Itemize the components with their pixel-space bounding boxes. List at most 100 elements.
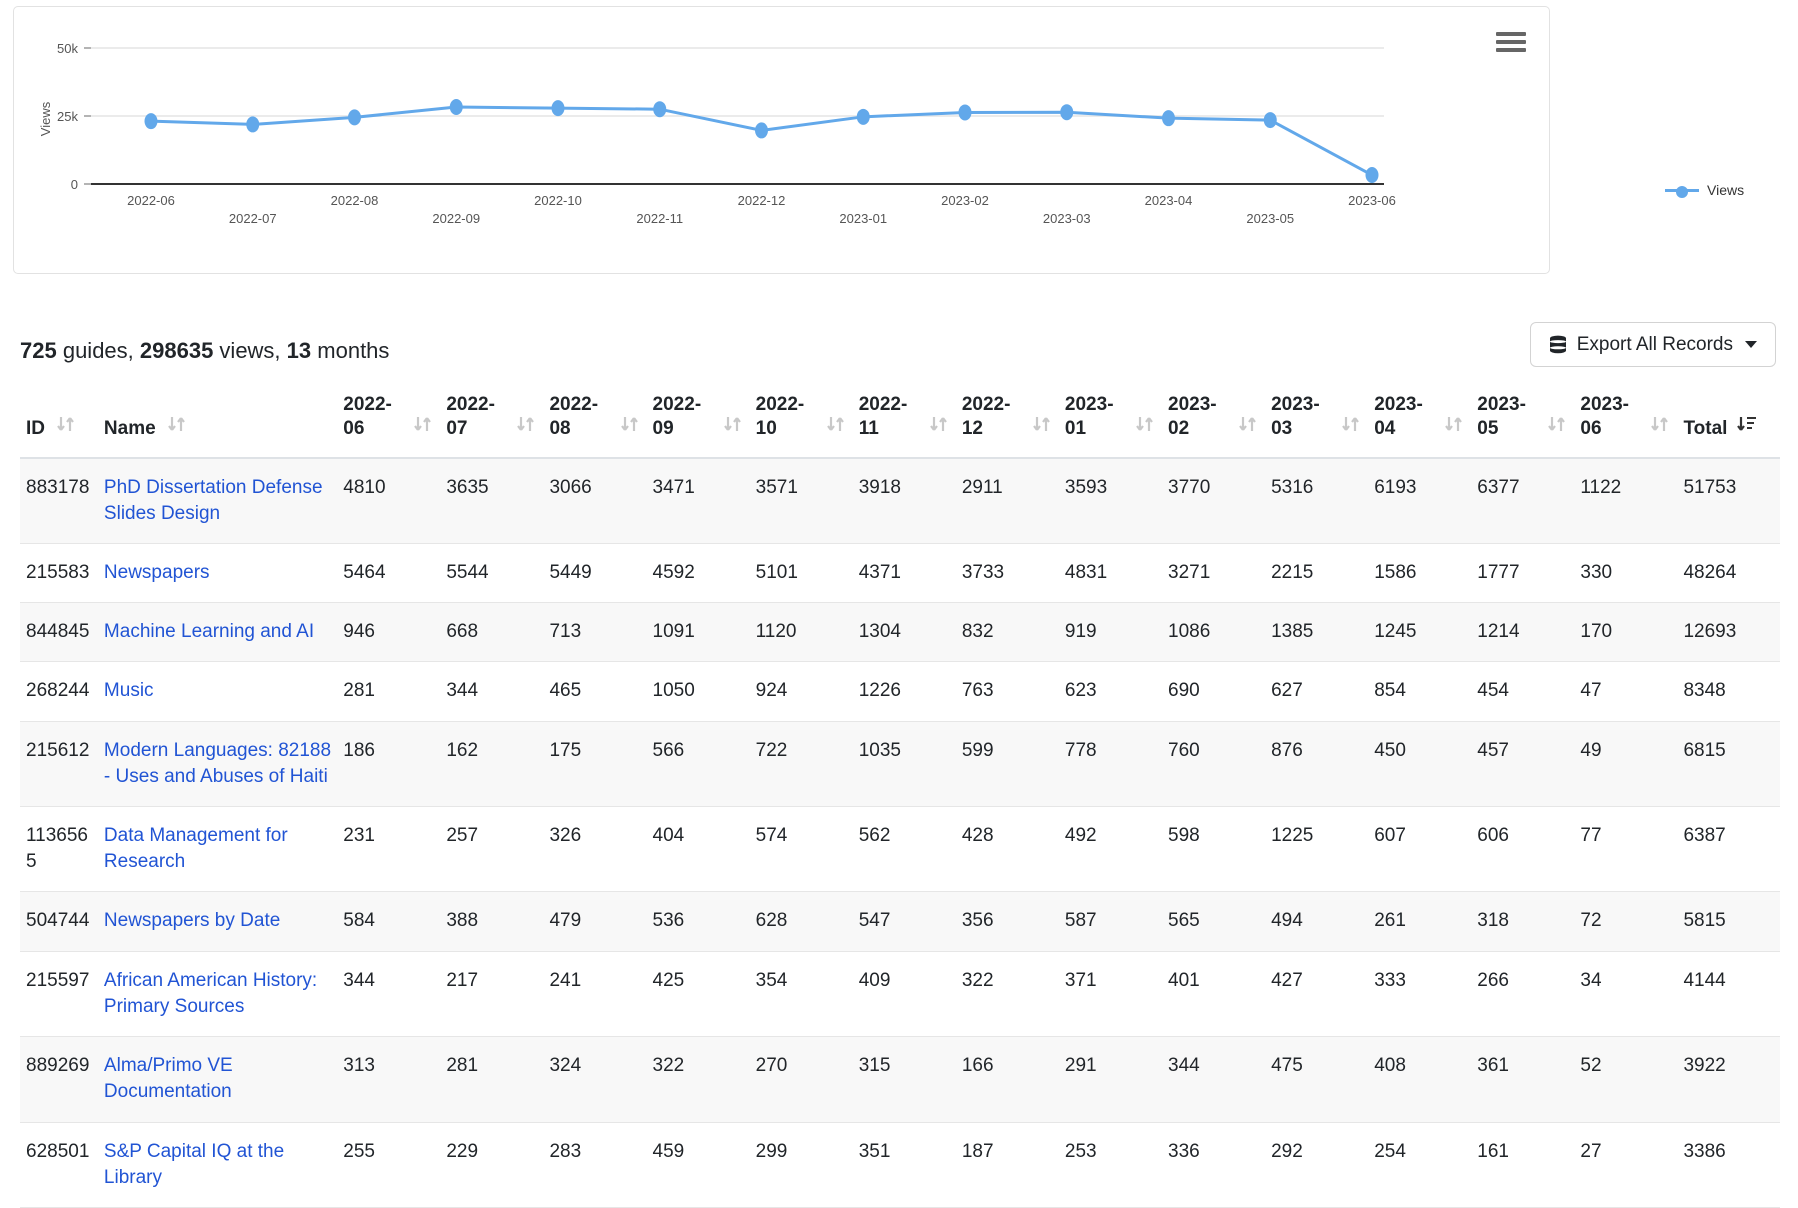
cell-views-2022-09: 1091 — [646, 602, 750, 663]
cell-views-2023-06: 52 — [1574, 1036, 1678, 1123]
guides-statistics-table-wrapper: ID Name 2022-06 2022-07 2022-08 2022-09 2022-1… — [20, 385, 1780, 1208]
data-point-2022-08[interactable] — [348, 109, 361, 126]
sort-control-name[interactable] — [166, 414, 188, 441]
table-header-m9[interactable]: 2023-02 — [1162, 385, 1266, 459]
cell-guide-id: 883178 — [20, 457, 98, 544]
cell-views-2023-05: 606 — [1471, 806, 1575, 893]
cell-views-2022-07: 281 — [440, 1036, 544, 1123]
sort-control-id[interactable] — [55, 414, 77, 441]
sort-control-m6[interactable] — [928, 414, 950, 441]
cell-views-2022-08: 713 — [543, 602, 647, 663]
sort-control-m12[interactable] — [1546, 414, 1568, 441]
data-point-2023-01[interactable] — [856, 108, 870, 125]
cell-views-2023-06: 34 — [1574, 951, 1678, 1038]
table-header-name[interactable]: Name — [97, 385, 338, 459]
cell-views-2023-02: 401 — [1162, 951, 1266, 1038]
x-tick-label: 2022-08 — [331, 193, 379, 208]
table-header-m13[interactable]: 2023-06 — [1574, 385, 1678, 459]
guide-name-link[interactable]: African American History: Primary Source… — [104, 970, 317, 1017]
cell-total: 6815 — [1677, 721, 1780, 808]
table-header-total[interactable]: Total — [1677, 385, 1780, 459]
table-header-m5[interactable]: 2022-10 — [749, 385, 853, 459]
cell-views-2023-01: 778 — [1058, 721, 1163, 808]
data-point-2023-03[interactable] — [1060, 104, 1074, 121]
chart-legend[interactable]: Views — [1665, 182, 1744, 198]
caret-down-icon — [1745, 341, 1757, 348]
data-point-2022-11[interactable] — [653, 101, 667, 118]
cell-views-2023-04: 408 — [1368, 1036, 1472, 1123]
data-point-2023-06[interactable] — [1365, 167, 1379, 184]
cell-views-2022-11: 4371 — [852, 543, 956, 604]
table-header-id[interactable]: ID — [20, 385, 98, 459]
table-header-m8[interactable]: 2023-01 — [1058, 385, 1163, 459]
series-line-views — [150, 105, 1373, 177]
sort-control-m1[interactable] — [412, 414, 434, 441]
table-header-m4[interactable]: 2022-09 — [646, 385, 750, 459]
table-header-m11[interactable]: 2023-04 — [1368, 385, 1472, 459]
sort-control-m8[interactable] — [1134, 414, 1156, 441]
guide-name-link[interactable]: Modern Languages: 82188 - Uses and Abuse… — [104, 740, 331, 787]
sort-control-m10[interactable] — [1340, 414, 1362, 441]
cell-views-2022-09: 459 — [646, 1122, 750, 1208]
data-point-2023-04[interactable] — [1162, 110, 1175, 127]
cell-views-2022-12: 187 — [955, 1122, 1059, 1208]
data-point-2022-07[interactable] — [246, 116, 260, 133]
table-header-m3[interactable]: 2022-08 — [543, 385, 647, 459]
guide-name-link[interactable]: Music — [104, 680, 154, 701]
sort-control-m9[interactable] — [1237, 414, 1259, 441]
sort-toggle-icon — [929, 416, 947, 431]
sort-control-m13[interactable] — [1649, 414, 1671, 441]
sort-toggle-icon — [1033, 416, 1050, 431]
cell-views-2023-03: 427 — [1265, 951, 1369, 1038]
table-row: 889269 Alma/Primo VE Documentation 313 281 3… — [20, 1036, 1780, 1123]
header-label-m12: 2023-05 — [1477, 394, 1526, 439]
export-all-records-button[interactable]: Export All Records — [1529, 322, 1776, 367]
header-label-m3: 2022-08 — [549, 394, 599, 439]
table-head: ID Name 2022-06 2022-07 2022-08 2022-09 2022-1… — [20, 385, 1780, 459]
table-header-m7[interactable]: 2022-12 — [955, 385, 1059, 459]
data-point-2022-09[interactable] — [449, 99, 463, 116]
sort-control-m11[interactable] — [1443, 414, 1465, 441]
cell-views-2022-08: 5449 — [543, 543, 647, 604]
cell-views-2023-06: 49 — [1574, 721, 1678, 808]
sort-control-m2[interactable] — [515, 414, 537, 441]
guide-name-link[interactable]: S&P Capital IQ at the Library — [104, 1141, 284, 1188]
table-header-m10[interactable]: 2023-03 — [1265, 385, 1369, 459]
sort-control-m5[interactable] — [825, 414, 847, 441]
table-header-m12[interactable]: 2023-05 — [1471, 385, 1575, 459]
cell-total: 48264 — [1677, 543, 1780, 604]
sort-control-m3[interactable] — [619, 414, 641, 441]
guide-name-link[interactable]: Alma/Primo VE Documentation — [104, 1055, 233, 1102]
data-point-2022-10[interactable] — [551, 100, 565, 117]
cell-views-2022-09: 4592 — [646, 543, 750, 604]
cell-views-2022-12: 3733 — [955, 543, 1059, 604]
sort-control-m7[interactable] — [1031, 414, 1053, 441]
header-label-m6: 2022-11 — [858, 394, 908, 439]
cell-total: 8348 — [1677, 661, 1780, 722]
sort-control-m4[interactable] — [722, 414, 744, 441]
data-point-2022-06[interactable] — [144, 113, 158, 130]
table-header-m1[interactable]: 2022-06 — [337, 385, 441, 459]
cell-views-2022-06: 313 — [337, 1036, 441, 1123]
cell-views-2023-03: 627 — [1265, 661, 1369, 722]
guide-name-link[interactable]: Newspapers by Date — [104, 910, 280, 931]
cell-views-2023-04: 854 — [1368, 661, 1472, 722]
table-header-m6[interactable]: 2022-11 — [852, 385, 956, 459]
guide-name-link[interactable]: PhD Dissertation Defense Slides Design — [104, 477, 323, 524]
x-tick-label: 2023-03 — [1043, 211, 1091, 226]
guide-name-link[interactable]: Newspapers — [104, 562, 210, 583]
guide-name-link[interactable]: Data Management for Research — [104, 825, 288, 872]
cell-views-2023-01: 919 — [1058, 602, 1163, 663]
sort-toggle-icon — [57, 416, 74, 431]
guide-name-link[interactable]: Machine Learning and AI — [104, 621, 314, 642]
data-point-2022-12[interactable] — [755, 122, 768, 139]
x-tick-label: 2023-04 — [1145, 193, 1193, 208]
table-header-m2[interactable]: 2022-07 — [440, 385, 544, 459]
cell-views-2022-06: 255 — [337, 1122, 441, 1208]
cell-views-2022-12: 2911 — [955, 457, 1059, 544]
data-point-2023-02[interactable] — [958, 104, 972, 121]
data-point-2023-05[interactable] — [1263, 112, 1277, 129]
sort-control-total[interactable] — [1737, 414, 1757, 441]
sort-toggle-icon — [1445, 416, 1463, 431]
cell-views-2022-12: 832 — [955, 602, 1059, 663]
